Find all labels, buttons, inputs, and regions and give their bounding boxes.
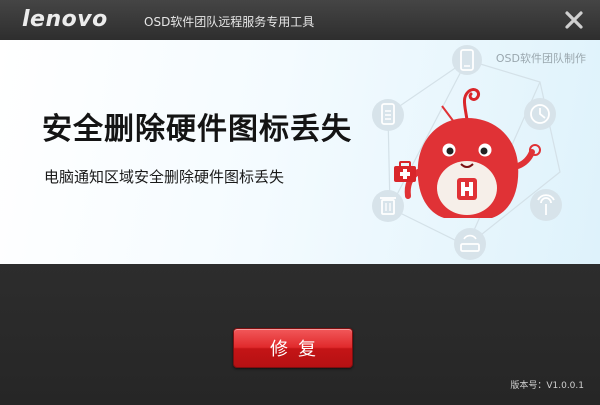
app-window: lenovo OSD软件团队远程服务专用工具 OSD软件团队制作 安全删除硬件图… — [0, 0, 600, 405]
red-mascot — [404, 105, 541, 218]
router-icon — [454, 228, 486, 260]
problem-subtitle: 电脑通知区域安全删除硬件图标丢失 — [44, 168, 285, 186]
title-bar: lenovo OSD软件团队远程服务专用工具 — [0, 0, 600, 40]
clock-icon — [524, 98, 556, 130]
repair-button[interactable]: 修复 — [233, 328, 353, 368]
close-button[interactable] — [562, 8, 586, 32]
banner: OSD软件团队制作 安全删除硬件图标丢失 电脑通知区域安全删除硬件图标丢失 — [0, 40, 600, 264]
banner-illustration — [372, 45, 562, 260]
version-label: 版本号：V1.0.0.1 — [510, 381, 584, 391]
close-icon — [565, 11, 583, 29]
battery-icon — [372, 99, 404, 131]
trash-icon — [372, 190, 404, 222]
window-title: OSD软件团队远程服务专用工具 — [144, 15, 315, 29]
mobile-phone-icon — [452, 45, 482, 75]
signal-tower-icon — [530, 189, 562, 221]
lenovo-logo: lenovo — [22, 7, 108, 32]
problem-title: 安全删除硬件图标丢失 — [42, 112, 352, 147]
